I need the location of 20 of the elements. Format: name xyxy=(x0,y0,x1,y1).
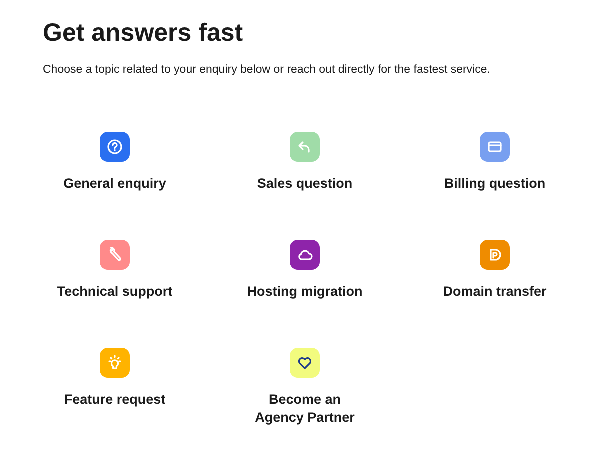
topic-tile[interactable] xyxy=(290,132,320,162)
topic-tile[interactable] xyxy=(480,240,510,270)
lightbulb-icon xyxy=(106,354,124,372)
intro-text: Choose a topic related to your enquiry below or reach out directly for the fastest service. xyxy=(43,63,492,77)
question-icon xyxy=(106,138,124,156)
topic-label[interactable]: Feature request xyxy=(55,391,175,409)
topic-tile[interactable] xyxy=(480,132,510,162)
topic-label[interactable]: General enquiry xyxy=(55,175,175,193)
topic-tile[interactable] xyxy=(100,348,130,378)
topic-label[interactable]: Become an Agency Partner xyxy=(245,391,365,427)
topic-label[interactable]: Domain transfer xyxy=(435,283,555,301)
topic-tile[interactable] xyxy=(100,132,130,162)
topic-label[interactable]: Hosting migration xyxy=(245,283,365,301)
topic-tile[interactable] xyxy=(100,240,130,270)
topic-tile[interactable] xyxy=(290,240,320,270)
topic-tile[interactable] xyxy=(290,348,320,378)
topic-label[interactable]: Billing question xyxy=(435,175,555,193)
page-heading: Get answers fast xyxy=(43,18,244,48)
topic-label[interactable]: Technical support xyxy=(55,283,175,301)
topic-label[interactable]: Sales question xyxy=(245,175,365,193)
